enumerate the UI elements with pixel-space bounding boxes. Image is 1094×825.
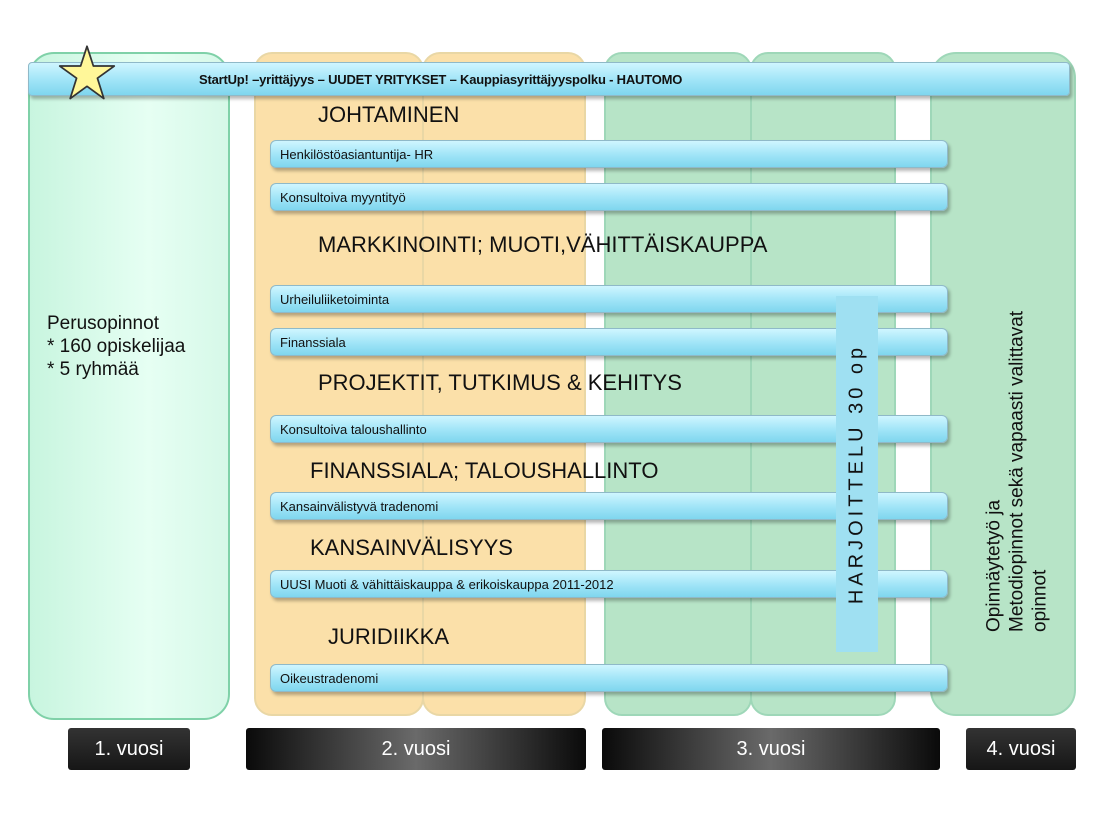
track-hr: Henkilöstöasiantuntija- HR bbox=[270, 140, 948, 168]
harjoittelu-box: HARJOITTELU 30 op bbox=[836, 296, 878, 652]
heading-projektit: PROJEKTIT, TUTKIMUS & KEHITYS bbox=[318, 370, 682, 395]
startup-band-label: StartUp! –yrittäjyys – UUDET YRITYKSET –… bbox=[199, 72, 683, 87]
year-label-3: 3. vuosi bbox=[602, 728, 940, 770]
year4-text-block: Opinnäytetyö ja Metodiopinnot sekä vapaa… bbox=[983, 152, 1052, 632]
year1-line: * 5 ryhmää bbox=[47, 359, 139, 380]
heading-juridiikka: JURIDIIKKA bbox=[328, 624, 450, 649]
year4-text: Opinnäytetyö ja Metodiopinnot sekä vapaa… bbox=[962, 142, 1072, 642]
track-label: Kansainvälistyvä tradenomi bbox=[280, 499, 439, 514]
track-label: Urheiluliiketoiminta bbox=[280, 292, 390, 307]
year4-line: Metodiopinnot sekä vapaasti valittavat bbox=[1006, 310, 1028, 632]
track-label: UUSI Muoti & vähittäiskauppa & erikoiska… bbox=[280, 577, 614, 592]
track-label: Konsultoiva myyntityö bbox=[280, 190, 406, 205]
year4-line: opinnot bbox=[1029, 569, 1051, 632]
track-label: Konsultoiva taloushallinto bbox=[280, 422, 427, 437]
year-label-4: 4. vuosi bbox=[966, 728, 1076, 770]
track-label: Henkilöstöasiantuntija- HR bbox=[280, 147, 434, 162]
year1-text: Perusopinnot * 160 opiskelijaa * 5 ryhmä… bbox=[47, 312, 185, 381]
heading-finanssiala: FINANSSIALA; TALOUSHALLINTO bbox=[310, 458, 659, 483]
heading-markkinointi: MARKKINOINTI; MUOTI,VÄHITTÄISKAUPPA bbox=[318, 232, 768, 257]
year1-line: Perusopinnot bbox=[47, 313, 159, 334]
star-icon bbox=[58, 45, 116, 100]
heading-johtaminen: JOHTAMINEN bbox=[318, 102, 460, 127]
track-myyntityo: Konsultoiva myyntityö bbox=[270, 183, 948, 211]
track-label: Oikeustradenomi bbox=[280, 671, 379, 686]
track-oikeus: Oikeustradenomi bbox=[270, 664, 948, 692]
startup-band: StartUp! –yrittäjyys – UUDET YRITYKSET –… bbox=[28, 62, 1070, 96]
year-label-2: 2. vuosi bbox=[246, 728, 586, 770]
year4-line: Opinnäytetyö ja bbox=[983, 499, 1005, 632]
heading-kansainvalisyys: KANSAINVÄLISYYS bbox=[310, 535, 513, 560]
year1-column bbox=[28, 52, 230, 720]
harjoittelu-label: HARJOITTELU 30 op bbox=[845, 343, 868, 605]
year1-line: * 160 opiskelijaa bbox=[47, 336, 186, 357]
track-label: Finanssiala bbox=[280, 335, 346, 350]
year-label-1: 1. vuosi bbox=[68, 728, 190, 770]
